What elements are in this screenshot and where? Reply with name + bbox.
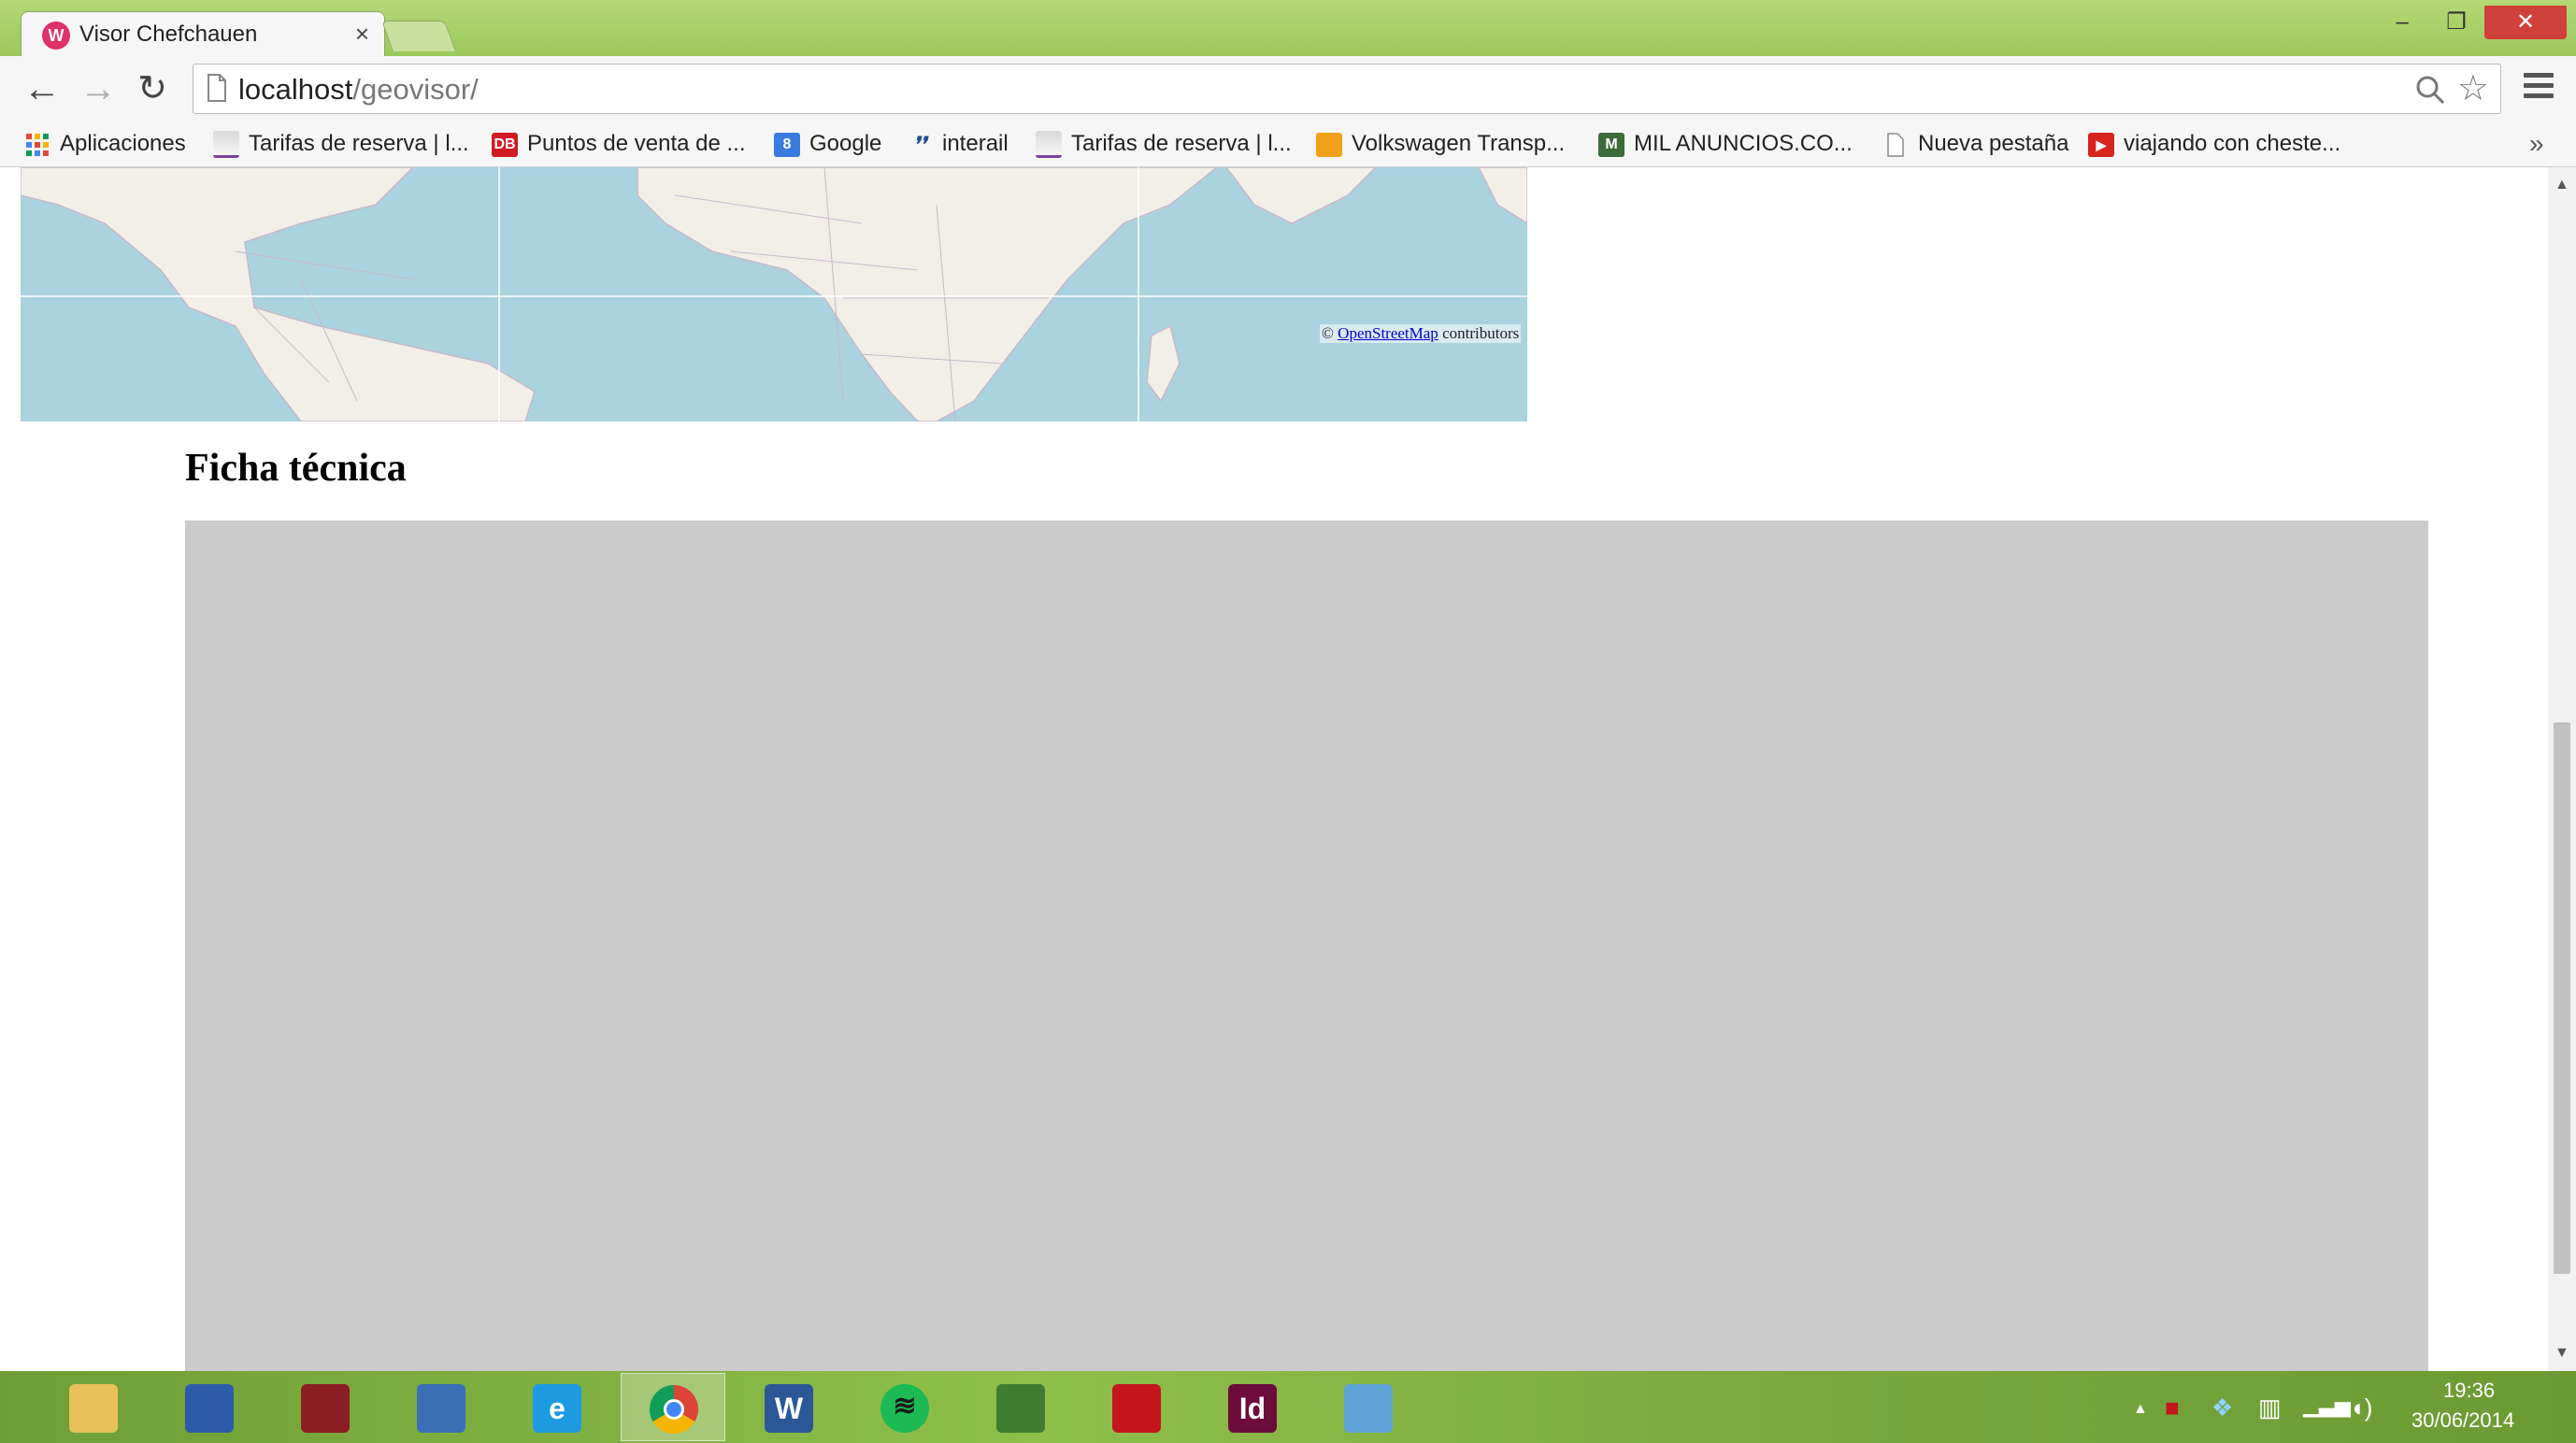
reload-button[interactable]: ↻ bbox=[129, 65, 176, 112]
browser-toolbar: ← → ↻ localhost/geovisor/ ☆ bbox=[0, 56, 2576, 123]
openstreetmap-link[interactable]: OpenStreetMap bbox=[1338, 324, 1438, 342]
map-tiles bbox=[21, 167, 1527, 421]
browser-titlebar: W Visor Chefchauen × – ❐ ✕ bbox=[0, 0, 2576, 58]
tab-close-icon[interactable]: × bbox=[355, 20, 369, 49]
map-attribution: © OpenStreetMap contributors bbox=[1320, 324, 1522, 343]
chrome-menu-icon[interactable] bbox=[2524, 73, 2554, 104]
spotify-icon: ≋ bbox=[880, 1384, 929, 1433]
clock-date[interactable]: 30/06/2014 bbox=[2411, 1408, 2514, 1433]
indesign-icon: Id bbox=[1228, 1384, 1277, 1433]
taskbar-app-spotify[interactable]: ≋ bbox=[852, 1373, 957, 1441]
bookmark-label: Tarifas de reserva | l... bbox=[1071, 131, 1292, 156]
youtube-icon: ▶ bbox=[2088, 132, 2114, 157]
dropbox-tray-icon[interactable]: ❖ bbox=[2211, 1393, 2233, 1422]
bookmark-label: Puntos de venta de ... bbox=[527, 131, 746, 156]
bookmark-nueva-pestana[interactable]: Nueva pestaña bbox=[1882, 127, 2068, 161]
page-icon bbox=[208, 74, 226, 102]
taskbar-app-paint[interactable] bbox=[1316, 1373, 1421, 1441]
tray-expand-icon[interactable]: ▲ bbox=[2133, 1401, 2148, 1418]
bookmark-interail[interactable]: ❜❜ interail bbox=[907, 127, 1009, 161]
bookmark-volkswagen[interactable]: Volkswagen Transp... bbox=[1316, 127, 1565, 161]
page-icon bbox=[1887, 132, 1904, 157]
scroll-down-arrow-icon[interactable]: ▼ bbox=[2555, 1345, 2569, 1362]
taskbar-app-remote-desktop[interactable] bbox=[157, 1373, 262, 1441]
bookmark-label: interail bbox=[942, 131, 1009, 156]
taskbar-app-project[interactable] bbox=[968, 1373, 1073, 1441]
url-host: localhost bbox=[238, 73, 353, 106]
bookmark-puntos-venta[interactable]: DB Puntos de venta de ... bbox=[492, 127, 746, 161]
bookmark-label: Google bbox=[809, 131, 882, 156]
bookmark-label: MIL ANUNCIOS.CO... bbox=[1634, 131, 1853, 156]
bookmarks-bar: Aplicaciones Tarifas de reserva | l... D… bbox=[0, 123, 2576, 167]
attribution-suffix: contributors bbox=[1438, 324, 1520, 342]
renfe-icon bbox=[1036, 131, 1062, 159]
tab-title: Visor Chefchauen bbox=[79, 21, 258, 47]
taskbar-app-acrobat[interactable] bbox=[1084, 1373, 1189, 1441]
security-tray-icon[interactable]: ■ bbox=[2165, 1393, 2180, 1422]
bookmark-label: Aplicaciones bbox=[60, 131, 186, 156]
bookmarks-overflow-button[interactable]: » bbox=[2529, 127, 2544, 161]
db-icon: DB bbox=[492, 132, 518, 157]
taskbar-app-indesign[interactable]: Id bbox=[1200, 1373, 1305, 1441]
box-icon bbox=[1316, 132, 1342, 157]
taskbar-app-chrome[interactable] bbox=[621, 1373, 725, 1441]
bookmark-tarifas-2[interactable]: Tarifas de reserva | l... bbox=[1036, 127, 1292, 161]
chat-icon bbox=[417, 1384, 465, 1433]
url-path: /geovisor/ bbox=[352, 73, 479, 106]
ficha-tecnica-heading: Ficha técnica bbox=[185, 447, 407, 490]
bookmark-viajando[interactable]: ▶ viajando con cheste... bbox=[2088, 127, 2340, 161]
apps-grid-icon bbox=[26, 133, 49, 156]
bookmark-label: Nueva pestaña bbox=[1918, 131, 2069, 156]
bookmark-label: Tarifas de reserva | l... bbox=[249, 131, 469, 156]
bookmark-milanuncios[interactable]: M MIL ANUNCIOS.CO... bbox=[1598, 127, 1853, 161]
signal-tray-icon[interactable]: ▁▃▅ bbox=[2303, 1393, 2351, 1418]
page-scrollbar[interactable]: ▲ ▼ bbox=[2548, 167, 2576, 1371]
new-tab-button[interactable] bbox=[380, 21, 457, 51]
bookmark-google[interactable]: 8 Google bbox=[774, 127, 881, 161]
network-tray-icon[interactable]: ▥ bbox=[2258, 1393, 2282, 1422]
url-text: localhost/geovisor/ bbox=[238, 73, 479, 107]
chart-pen-icon bbox=[996, 1384, 1045, 1433]
ficha-tecnica-panel bbox=[185, 521, 2428, 1371]
attribution-prefix: © bbox=[1322, 324, 1338, 342]
maximize-button[interactable]: ❐ bbox=[2430, 6, 2483, 39]
taskbar-app-messenger[interactable] bbox=[389, 1373, 494, 1441]
clock-time[interactable]: 19:36 bbox=[2443, 1379, 2495, 1403]
taskbar-app-internet-explorer[interactable]: e bbox=[505, 1373, 609, 1441]
bookmark-aplicaciones[interactable]: Aplicaciones bbox=[24, 127, 186, 161]
taskbar-app-media-player[interactable] bbox=[273, 1373, 378, 1441]
address-bar[interactable]: localhost/geovisor/ ☆ bbox=[193, 64, 2501, 114]
monitor-icon bbox=[185, 1384, 234, 1433]
bookmark-label: Volkswagen Transp... bbox=[1352, 131, 1566, 156]
interrail-icon: ❜❜ bbox=[912, 132, 927, 156]
taskbar-app-word[interactable]: W bbox=[737, 1373, 841, 1441]
map-view[interactable]: © OpenStreetMap contributors bbox=[21, 167, 1527, 421]
volume-tray-icon[interactable]: ◖) bbox=[2350, 1393, 2372, 1422]
scroll-up-arrow-icon[interactable]: ▲ bbox=[2555, 177, 2569, 193]
milanuncios-icon: M bbox=[1598, 132, 1624, 157]
scrollbar-thumb[interactable] bbox=[2554, 722, 2570, 1274]
palette-icon bbox=[1344, 1384, 1393, 1433]
close-window-button[interactable]: ✕ bbox=[2484, 6, 2567, 39]
windows-taskbar: e W ≋ Id ▲ ■ ❖ ▥ ▁▃▅ ◖) 19:36 30/06/2014 bbox=[0, 1371, 2576, 1443]
zoom-icon[interactable] bbox=[2414, 74, 2446, 106]
chrome-icon bbox=[650, 1385, 698, 1434]
back-button[interactable]: ← bbox=[19, 65, 65, 112]
minimize-button[interactable]: – bbox=[2376, 6, 2428, 39]
ie-icon: e bbox=[533, 1384, 581, 1433]
media-icon bbox=[301, 1384, 350, 1433]
tab-favicon-icon: W bbox=[42, 21, 70, 50]
renfe-icon bbox=[213, 131, 239, 159]
bookmark-tarifas-1[interactable]: Tarifas de reserva | l... bbox=[213, 127, 469, 161]
forward-button[interactable]: → bbox=[75, 65, 122, 112]
bookmark-star-icon[interactable]: ☆ bbox=[2457, 70, 2489, 107]
bookmark-label: viajando con cheste... bbox=[2124, 131, 2341, 156]
google-icon: 8 bbox=[774, 132, 800, 157]
page-viewport: © OpenStreetMap contributors Ficha técni… bbox=[0, 167, 2548, 1371]
tab-visor-chefchauen[interactable]: W Visor Chefchauen × bbox=[21, 11, 385, 58]
taskbar-app-file-explorer[interactable] bbox=[41, 1373, 146, 1441]
acrobat-icon bbox=[1112, 1384, 1161, 1433]
folder-icon bbox=[69, 1384, 118, 1433]
word-icon: W bbox=[765, 1384, 813, 1433]
